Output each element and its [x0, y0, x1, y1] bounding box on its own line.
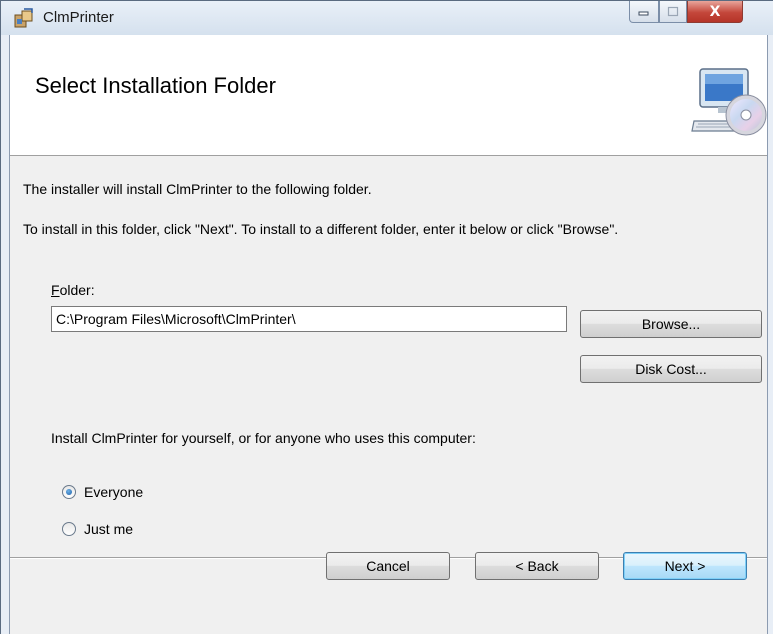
dialog-client-area: Select Installation Folder The installer… — [9, 35, 768, 634]
radio-just-me-label: Just me — [84, 521, 134, 537]
browse-button[interactable]: Browse... — [580, 310, 762, 338]
radio-button[interactable] — [62, 485, 76, 499]
title-bar[interactable]: ClmPrinter X — [1, 1, 773, 35]
maximize-icon — [667, 6, 679, 17]
folder-label-accelerator: F — [51, 282, 60, 298]
installer-window: ClmPrinter X Select Installation Folder — [0, 0, 773, 634]
close-icon: X — [709, 3, 721, 20]
back-button[interactable]: < Back — [475, 552, 599, 580]
radio-button[interactable] — [62, 522, 76, 536]
next-button[interactable]: Next > — [623, 552, 747, 580]
minimize-button[interactable] — [629, 1, 659, 23]
radio-just-me[interactable]: Just me — [62, 521, 133, 537]
close-button[interactable]: X — [687, 1, 743, 23]
maximize-button[interactable] — [659, 1, 687, 23]
install-scope-text: Install ClmPrinter for yourself, or for … — [51, 430, 476, 446]
disk-cost-button[interactable]: Disk Cost... — [580, 355, 762, 383]
header-banner: Select Installation Folder — [10, 35, 767, 156]
window-title: ClmPrinter — [43, 9, 114, 26]
instructions-text: To install in this folder, click "Next".… — [23, 221, 619, 237]
page-title: Select Installation Folder — [35, 73, 276, 98]
minimize-icon — [638, 11, 649, 15]
folder-input[interactable] — [51, 306, 567, 332]
computer-cd-icon — [691, 68, 767, 136]
installer-package-icon — [14, 8, 33, 28]
radio-everyone[interactable]: Everyone — [62, 484, 143, 500]
folder-label-text: older: — [59, 282, 95, 298]
cancel-button[interactable]: Cancel — [326, 552, 450, 580]
radio-everyone-label: Everyone — [84, 484, 144, 500]
intro-text: The installer will install ClmPrinter to… — [23, 181, 372, 197]
folder-label: Folder: — [51, 282, 95, 298]
